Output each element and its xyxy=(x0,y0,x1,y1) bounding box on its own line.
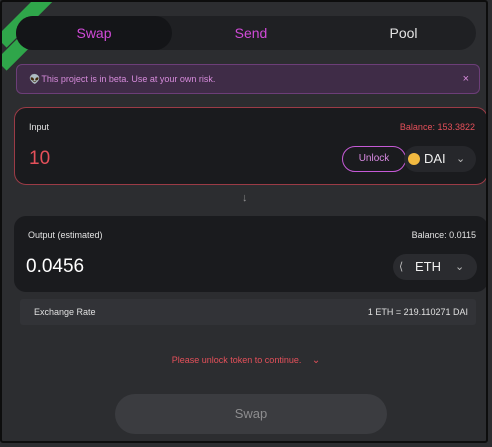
unlock-warning[interactable]: Please unlock token to continue. ⌄ xyxy=(2,355,486,366)
swap-widget: Swap Send Pool 👽 This project is in beta… xyxy=(0,0,488,443)
input-balance: Balance: 153.3822 xyxy=(399,122,475,132)
unlock-warning-text: Please unlock token to continue. xyxy=(171,355,302,365)
swap-button[interactable]: Swap xyxy=(115,394,387,434)
tab-pool[interactable]: Pool xyxy=(331,16,476,50)
exchange-rate-value: 1 ETH = 219.110271 DAI xyxy=(367,307,468,317)
close-icon[interactable]: × xyxy=(463,65,469,93)
output-balance: Balance: 0.0115 xyxy=(411,230,476,240)
input-token-symbol: DAI xyxy=(424,151,446,166)
chevron-down-icon: ⌄ xyxy=(311,355,321,366)
output-amount-field[interactable]: 0.0456 xyxy=(26,256,84,278)
eth-icon: ⟨ xyxy=(399,261,404,273)
input-amount-field[interactable]: 10 xyxy=(29,148,50,170)
tab-bar: Swap Send Pool xyxy=(16,16,476,50)
beta-warning-banner: 👽 This project is in beta. Use at your o… xyxy=(16,64,480,94)
unlock-button[interactable]: Unlock xyxy=(342,146,406,172)
banner-text: This project is in beta. Use at your own… xyxy=(41,74,216,84)
arrow-down-icon: ↓ xyxy=(242,192,248,204)
input-token-selector[interactable]: DAI ⌄ xyxy=(404,146,476,172)
dai-coin-icon xyxy=(408,153,420,165)
tab-send[interactable]: Send xyxy=(176,16,326,50)
output-token-symbol: ETH xyxy=(415,259,441,274)
exchange-rate-label: Exchange Rate xyxy=(34,307,96,317)
input-label: Input xyxy=(29,122,50,132)
output-token-selector[interactable]: ⟨ ETH ⌄ xyxy=(393,254,477,280)
output-label: Output (estimated) xyxy=(28,230,103,240)
input-panel: Input Balance: 153.3822 10 Unlock DAI ⌄ xyxy=(14,107,486,185)
chevron-down-icon: ⌄ xyxy=(455,261,465,273)
alien-icon: 👽 xyxy=(29,74,41,84)
tab-swap[interactable]: Swap xyxy=(16,16,172,50)
chevron-down-icon: ⌄ xyxy=(456,153,466,165)
exchange-rate-row: Exchange Rate 1 ETH = 219.110271 DAI xyxy=(20,299,476,325)
output-panel: Output (estimated) Balance: 0.0115 0.045… xyxy=(14,216,486,292)
